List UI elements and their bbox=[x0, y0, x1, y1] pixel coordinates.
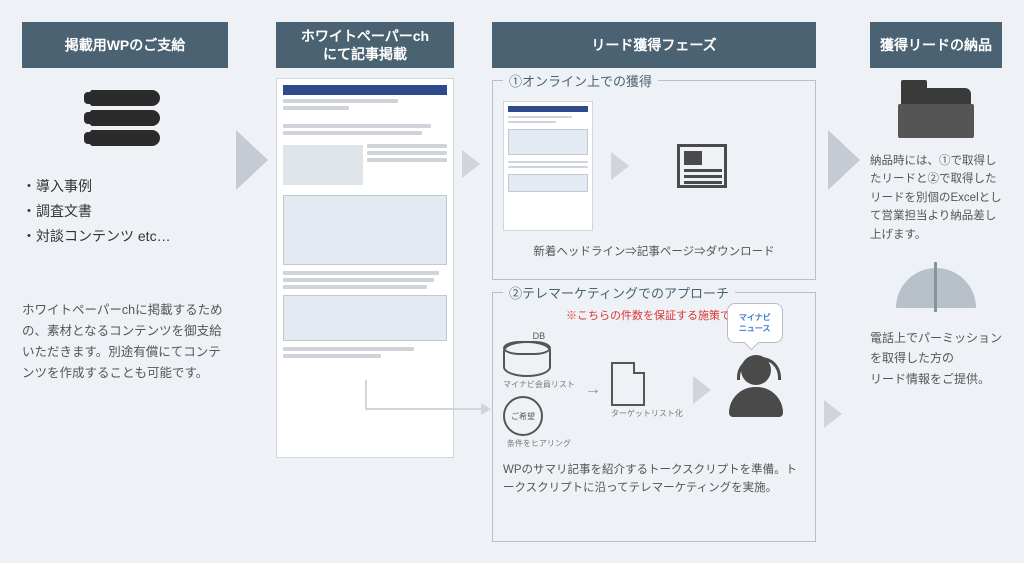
books-icon bbox=[82, 90, 168, 160]
frame1-caption: 新着ヘッドライン⇒記事ページ⇒ダウンロード bbox=[503, 243, 805, 259]
target-list-label: ターゲットリスト化 bbox=[611, 408, 683, 419]
header-c2: ホワイトペーパーch にて記事掲載 bbox=[276, 22, 454, 68]
elbow-arrow-icon bbox=[365, 380, 483, 410]
newspaper-icon bbox=[677, 144, 727, 188]
speech-bubble: マイナビ ニュース bbox=[727, 303, 783, 343]
article-page-mini-mock bbox=[503, 101, 593, 231]
frame1-title: ①オンライン上での獲得 bbox=[503, 71, 658, 90]
telemarketing-frame: ②テレマーケティングでのアプローチ ※こちらの件数を保証する施策です DB マイ… bbox=[492, 292, 816, 542]
db-label: DB bbox=[503, 331, 575, 341]
folder-icon bbox=[901, 88, 971, 138]
arrow-icon bbox=[236, 130, 268, 190]
member-list-label: マイナビ会員リスト bbox=[503, 379, 575, 390]
c1-description: ホワイトペーパーchに掲載するための、素材となるコンテンツを御支給いただきます。… bbox=[22, 300, 228, 385]
online-acquisition-frame: ①オンライン上での獲得 新着ヘッドライン⇒記事ページ⇒ダウンロード bbox=[492, 80, 816, 280]
arrow-icon bbox=[824, 400, 842, 428]
arrow-icon: → bbox=[585, 381, 601, 399]
permission-lead-description: 電話上でパーミッションを取得した方の リード情報をご提供。 bbox=[870, 328, 1002, 389]
header-c1: 掲載用WPのご支給 bbox=[22, 22, 228, 68]
header-c4: 獲得リードの納品 bbox=[870, 22, 1002, 68]
bullet-research: ・調査文書 bbox=[22, 199, 228, 224]
bullet-interview: ・対談コンテンツ etc… bbox=[22, 224, 228, 249]
frame2-description: WPのサマリ記事を紹介するトークスクリプトを準備。トークスクリプトに沿ってテレマ… bbox=[503, 461, 805, 498]
bullet-case-study: ・導入事例 bbox=[22, 174, 228, 199]
operator-icon bbox=[721, 355, 791, 425]
database-icon bbox=[503, 341, 551, 377]
arrow-icon bbox=[828, 130, 860, 190]
arrow-icon bbox=[693, 376, 711, 404]
hearing-label: 条件をヒアリング bbox=[503, 438, 575, 449]
arrow-icon bbox=[462, 150, 480, 178]
header-c3: リード獲得フェーズ bbox=[492, 22, 816, 68]
frame2-title: ②テレマーケティングでのアプローチ bbox=[503, 283, 735, 302]
umbrella-icon bbox=[896, 268, 976, 318]
arrow-icon bbox=[611, 152, 629, 180]
content-types-list: ・導入事例 ・調査文書 ・対談コンテンツ etc… bbox=[22, 174, 228, 250]
preference-circle-icon: ご希望 bbox=[503, 396, 543, 436]
document-icon bbox=[611, 362, 645, 406]
delivery-description: 納品時には、①で取得したリードと②で取得したリードを別個のExcelとして営業担… bbox=[870, 152, 1002, 244]
